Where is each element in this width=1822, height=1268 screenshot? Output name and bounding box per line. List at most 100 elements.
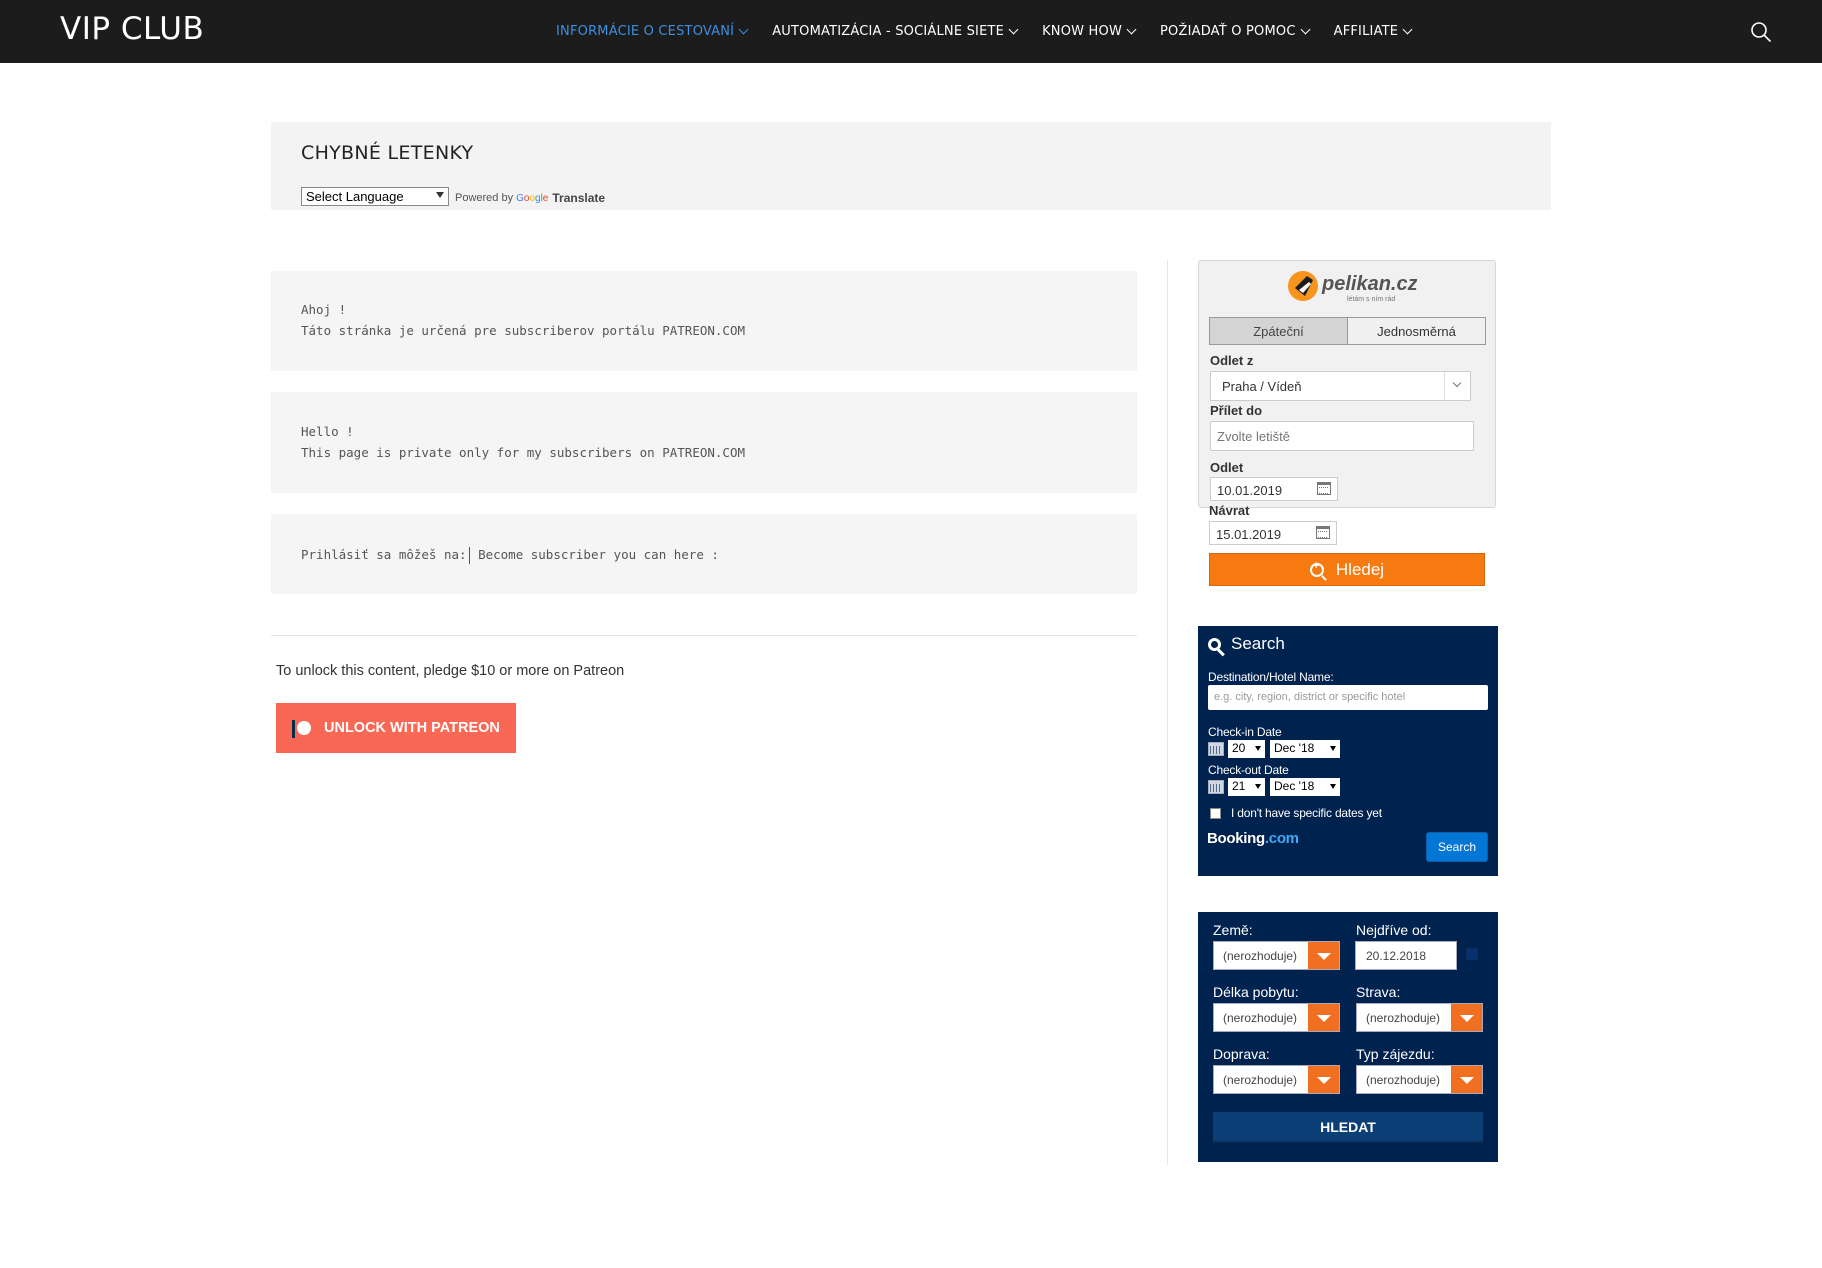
checkout-row: 21 Dec '18 xyxy=(1208,778,1345,796)
nav-item-affiliate[interactable]: AFFILIATE xyxy=(1333,24,1413,39)
site-brand[interactable]: VIP CLUB xyxy=(60,11,204,47)
search-icon xyxy=(1208,637,1221,651)
from-airport-select[interactable]: Praha / Vídeň xyxy=(1210,371,1471,401)
pelikan-logo-text: pelikan.cz xyxy=(1321,273,1417,295)
nav-item-poziadat-o-pomoc[interactable]: POŽIADAŤ O POMOC xyxy=(1160,24,1311,39)
calendar-icon[interactable] xyxy=(1317,482,1331,495)
booking-title: Search xyxy=(1208,634,1285,654)
to-airport-input[interactable]: Zvolte letiště xyxy=(1210,421,1474,451)
nav-item-know-how[interactable]: KNOW HOW xyxy=(1042,24,1137,39)
nav-item-label: AUTOMATIZÁCIA - SOCIÁLNE SIETE xyxy=(772,24,1005,39)
chevron-down-icon xyxy=(1126,24,1137,35)
return-label: Návrat xyxy=(1209,503,1250,518)
pelikan-logo[interactable]: pelikan.cz létám s ním rád xyxy=(1287,266,1417,306)
calendar-icon[interactable] xyxy=(1316,526,1330,539)
top-navbar: VIP CLUB INFORMÁCIE O CESTOVANÍ AUTOMATI… xyxy=(0,0,1822,63)
calendar-icon[interactable] xyxy=(1208,780,1224,794)
message-line: Táto stránka je určená pre subscriberov … xyxy=(301,323,746,338)
type-select[interactable]: (nerozhoduje) xyxy=(1356,1065,1483,1094)
from-label: Odlet z xyxy=(1210,353,1254,368)
tour-search-widget: Země: Nejdříve od: (nerozhoduje) 20.12.2… xyxy=(1198,912,1498,1162)
nav-item-label: INFORMÁCIE O CESTOVANÍ xyxy=(556,24,735,39)
country-value: (nerozhoduje) xyxy=(1223,949,1298,963)
language-select-value: Select Language xyxy=(306,189,404,204)
depart-date-input[interactable]: 10.01.2019 xyxy=(1210,477,1338,501)
calendar-icon[interactable] xyxy=(1466,948,1478,960)
dropdown-arrow-icon[interactable] xyxy=(1308,1066,1339,1093)
unlock-message: To unlock this content, pledge $10 or mo… xyxy=(276,663,625,679)
to-label: Přílet do xyxy=(1210,403,1263,418)
dropdown-arrow-icon[interactable] xyxy=(1308,942,1339,969)
nav-item-informacie-o-cestovani[interactable]: INFORMÁCIE O CESTOVANÍ xyxy=(556,24,749,39)
earliest-label: Nejdříve od: xyxy=(1356,922,1432,938)
checkin-month-select[interactable]: Dec '18 xyxy=(1270,740,1340,758)
dropdown-arrow-icon xyxy=(436,192,444,198)
booking-search-widget: Search Destination/Hotel Name: e.g. city… xyxy=(1198,626,1498,876)
board-select[interactable]: (nerozhoduje) xyxy=(1356,1003,1483,1032)
hledej-button[interactable]: Hledej xyxy=(1209,553,1485,586)
booking-search-button[interactable]: Search xyxy=(1426,832,1488,862)
divider xyxy=(271,635,1137,636)
dropdown-arrow-icon[interactable] xyxy=(1451,1066,1482,1093)
sidebar-divider xyxy=(1167,260,1168,1165)
zoom-in-icon xyxy=(1309,560,1324,577)
booking-title-label: Search xyxy=(1231,634,1285,653)
google-translate-credit: Powered by Google Translate xyxy=(455,191,605,205)
type-label: Typ zájezdu: xyxy=(1356,1046,1435,1062)
patreon-logo-icon xyxy=(292,718,314,738)
from-airport-value: Praha / Vídeň xyxy=(1222,379,1302,394)
dropdown-arrow-icon[interactable] xyxy=(1451,1004,1482,1031)
checkout-month-select[interactable]: Dec '18 xyxy=(1270,778,1340,796)
message-box-english: Hello ! This page is private only for my… xyxy=(271,392,1137,493)
checkin-label: Check-in Date xyxy=(1208,725,1282,739)
return-date-input[interactable]: 15.01.2019 xyxy=(1209,521,1337,545)
calendar-icon[interactable] xyxy=(1208,742,1224,756)
language-select[interactable]: Select Language xyxy=(301,187,449,206)
country-label: Země: xyxy=(1213,922,1253,938)
country-select[interactable]: (nerozhoduje) xyxy=(1213,941,1340,970)
transport-select[interactable]: (nerozhoduje) xyxy=(1213,1065,1340,1094)
transport-value: (nerozhoduje) xyxy=(1223,1073,1298,1087)
checkout-label: Check-out Date xyxy=(1208,763,1289,777)
page-title: CHYBNÉ LETENKY xyxy=(301,142,474,164)
dropdown-arrow-icon[interactable] xyxy=(1308,1004,1339,1031)
page-header: CHYBNÉ LETENKY Select Language Powered b… xyxy=(271,122,1551,210)
nav-item-label: AFFILIATE xyxy=(1333,24,1399,39)
nav-item-automatizacia[interactable]: AUTOMATIZÁCIA - SOCIÁLNE SIETE xyxy=(772,24,1019,39)
chevron-down-icon xyxy=(1402,24,1413,35)
pelikan-flight-search-widget: pelikan.cz létám s ním rád Zpáteční Jedn… xyxy=(1198,260,1496,508)
checkin-day-select[interactable]: 20 xyxy=(1228,740,1265,758)
chevron-down-icon xyxy=(1008,24,1019,35)
hledat-button[interactable]: HLEDAT xyxy=(1213,1112,1483,1143)
message-box-slovak: Ahoj ! Táto stránka je určená pre subscr… xyxy=(271,271,1137,371)
board-label: Strava: xyxy=(1356,984,1401,1000)
chevron-down-icon xyxy=(738,24,749,35)
checkout-day-select[interactable]: 21 xyxy=(1228,778,1265,796)
powered-by-label: Powered by xyxy=(455,192,514,204)
length-value: (nerozhoduje) xyxy=(1223,1011,1298,1025)
tab-zpatecni[interactable]: Zpáteční xyxy=(1210,318,1348,344)
return-date-value: 15.01.2019 xyxy=(1216,527,1282,542)
transport-label: Doprava: xyxy=(1213,1046,1270,1062)
tab-jednosmerna[interactable]: Jednosměrná xyxy=(1348,318,1485,344)
message-line: This page is private only for my subscri… xyxy=(301,445,746,460)
depart-label: Odlet xyxy=(1210,460,1244,475)
subscribe-text-sk: Prihlásiť sa môžeš na: xyxy=(301,547,467,562)
greeting-line: Ahoj ! xyxy=(301,302,347,317)
no-dates-checkbox[interactable] xyxy=(1210,807,1221,819)
hledej-label: Hledej xyxy=(1335,559,1385,579)
greeting-line: Hello ! xyxy=(301,424,354,439)
length-label: Délka pobytu: xyxy=(1213,984,1299,1000)
subscribe-text-en: Become subscriber you can here : xyxy=(478,547,719,562)
earliest-date-input[interactable]: 20.12.2018 xyxy=(1355,941,1457,970)
search-icon[interactable] xyxy=(1750,21,1772,43)
length-select[interactable]: (nerozhoduje) xyxy=(1213,1003,1340,1032)
no-dates-checkbox-row[interactable]: I don't have specific dates yet xyxy=(1210,806,1382,820)
unlock-button-label: UNLOCK WITH PATREON xyxy=(324,720,500,736)
google-logo[interactable]: Google xyxy=(516,193,548,204)
nav-item-label: POŽIADAŤ O POMOC xyxy=(1160,24,1296,39)
destination-label: Destination/Hotel Name: xyxy=(1208,670,1334,684)
unlock-with-patreon-button[interactable]: UNLOCK WITH PATREON xyxy=(276,703,516,753)
trip-type-tabs: Zpáteční Jednosměrná xyxy=(1209,317,1486,345)
destination-input[interactable]: e.g. city, region, district or specific … xyxy=(1208,685,1488,710)
